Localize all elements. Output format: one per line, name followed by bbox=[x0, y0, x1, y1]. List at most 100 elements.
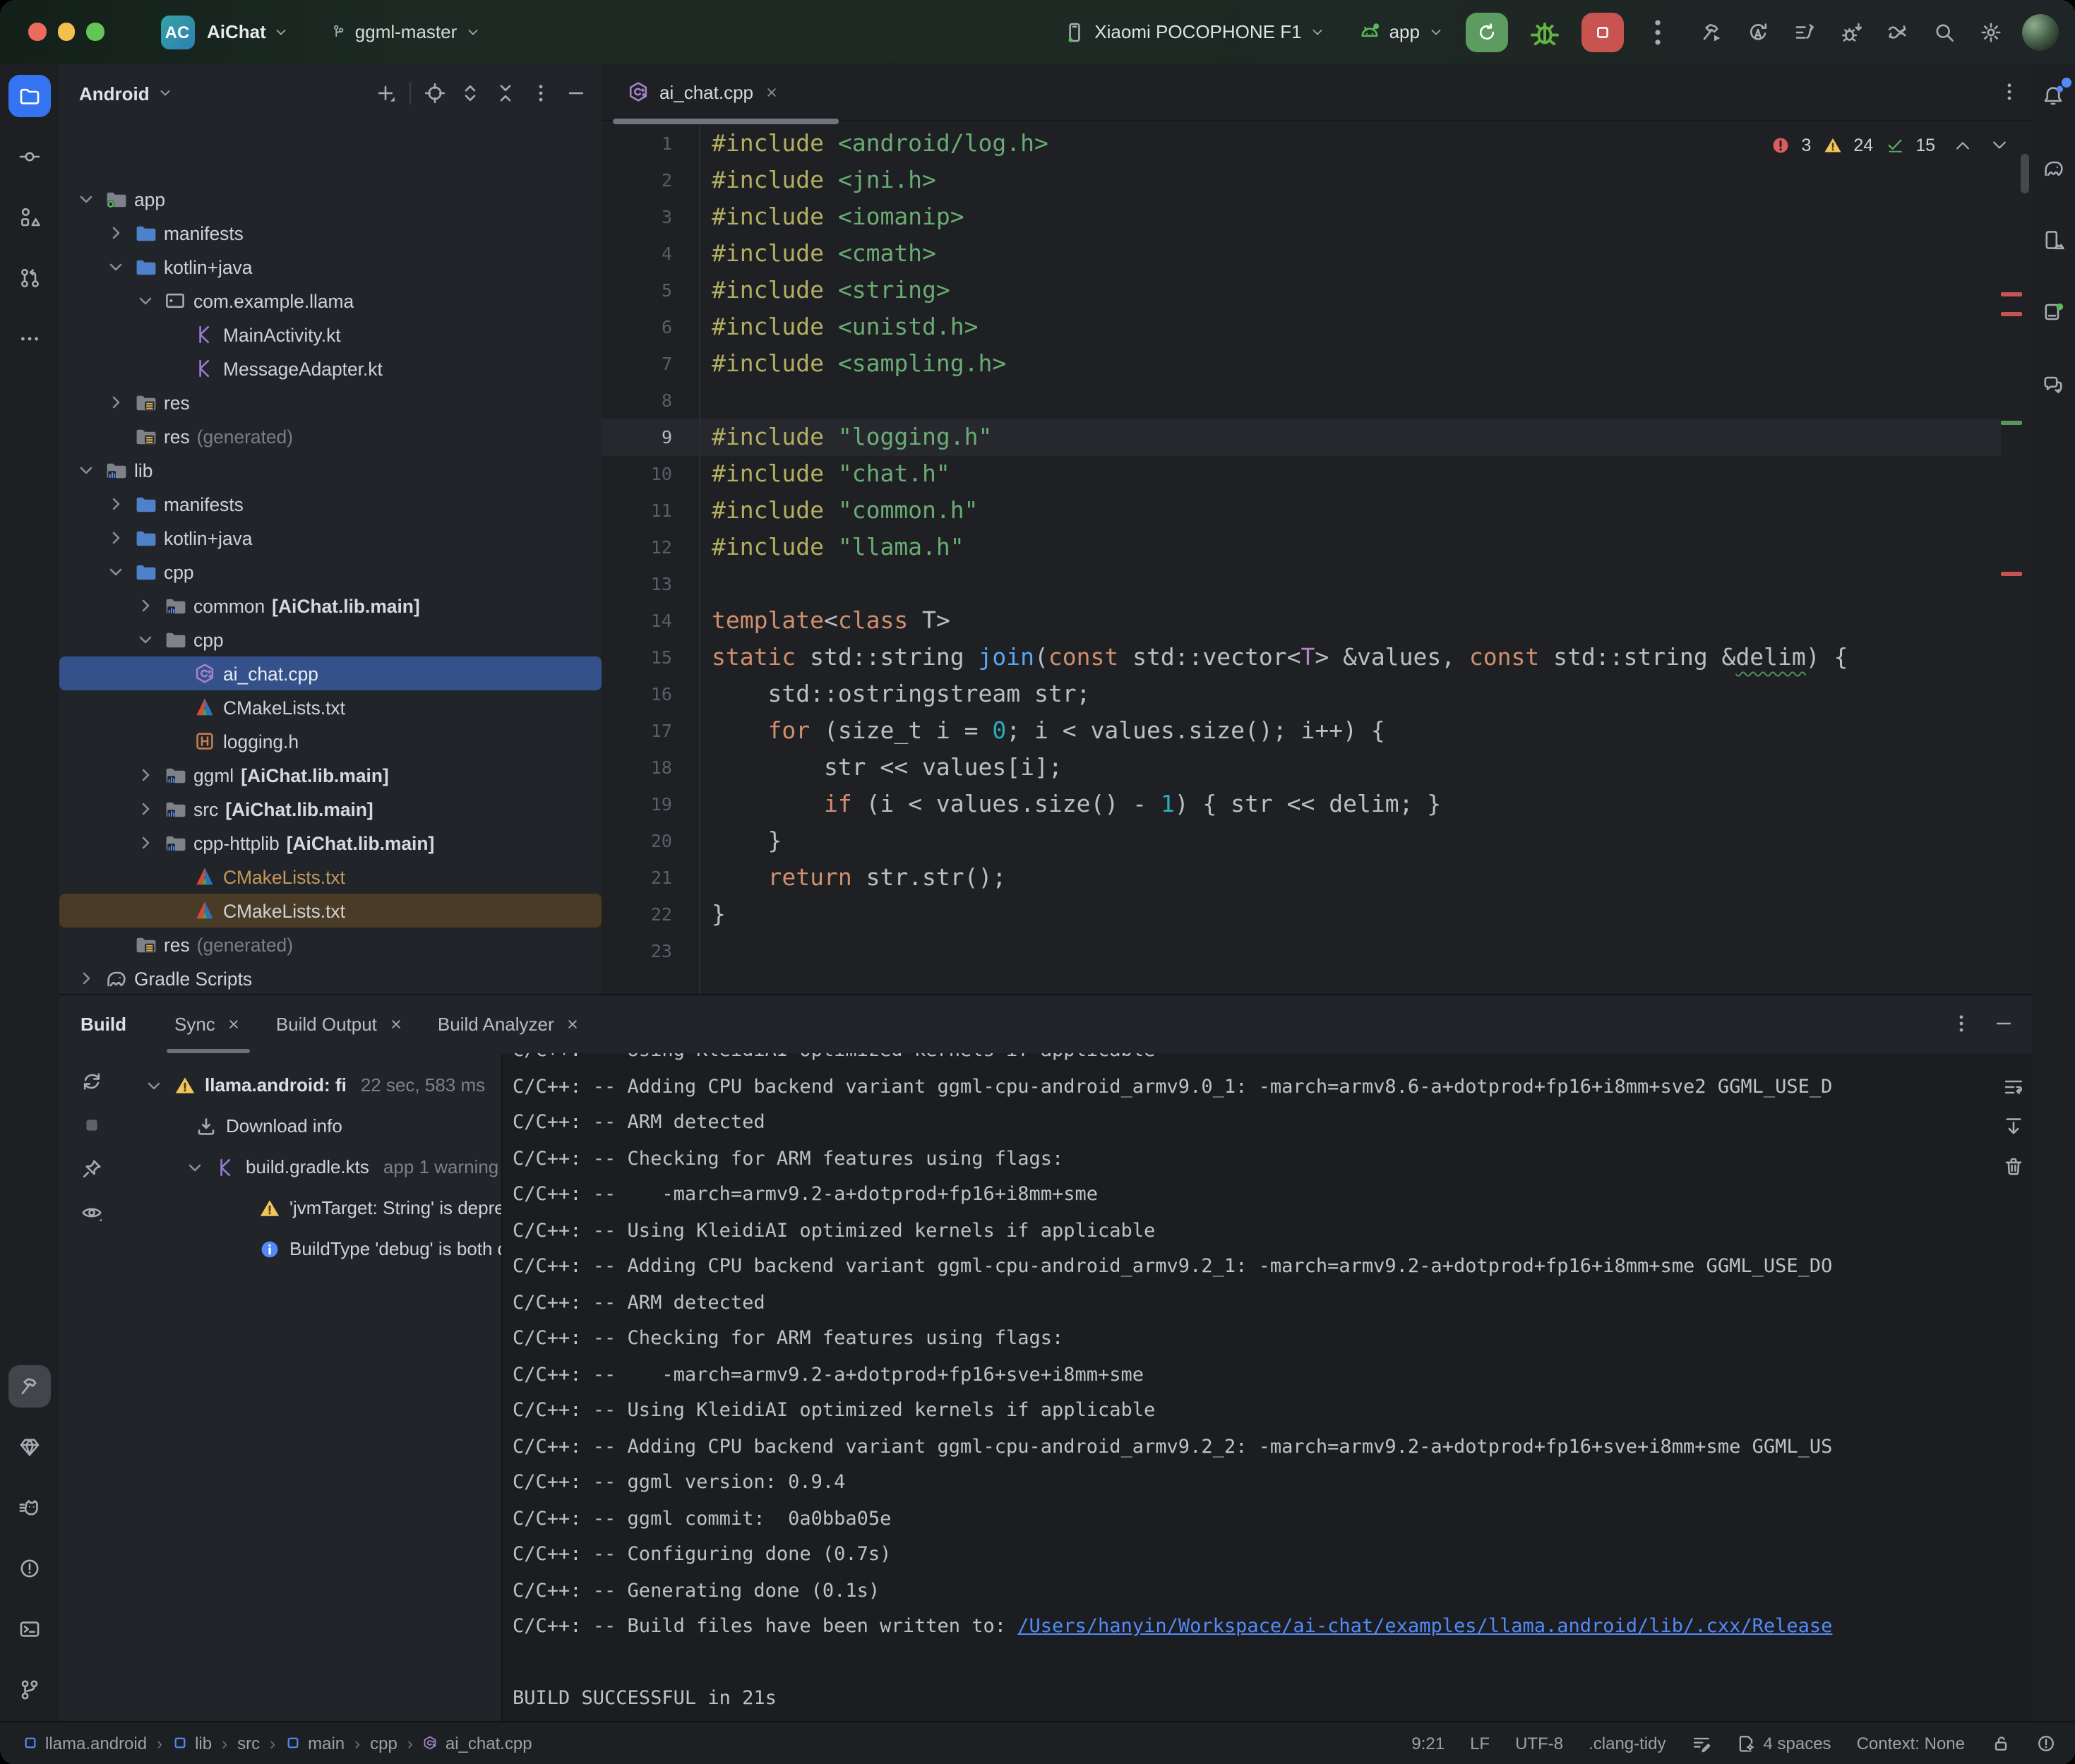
build-console[interactable]: C/C++: -- Using KleidiAI optimized kerne… bbox=[501, 1053, 2031, 1722]
editor-tabs-more-icon[interactable] bbox=[1997, 80, 2020, 103]
error-stripe-mark[interactable] bbox=[2000, 312, 2021, 316]
build-tree-row[interactable]: 'jvmTarget: String' is deprec bbox=[258, 1187, 501, 1228]
build-tree-row[interactable]: BuildType 'debug' is both de bbox=[258, 1228, 501, 1269]
line-number[interactable]: 3 bbox=[602, 199, 672, 236]
project-tree-row[interactable]: src[AiChat.lib.main] bbox=[59, 792, 602, 826]
build-tab-build-analyzer[interactable]: Build Analyzer bbox=[421, 995, 598, 1053]
breadcrumb-item[interactable]: main bbox=[285, 1733, 345, 1753]
panel-options-icon[interactable] bbox=[530, 82, 552, 104]
running-devices-tool-icon[interactable] bbox=[2032, 291, 2074, 333]
change-stripe-mark[interactable] bbox=[2000, 421, 2021, 424]
editor-tab[interactable]: ai_chat.cpp bbox=[613, 64, 793, 120]
project-tree-row[interactable]: com.example.llama bbox=[59, 284, 602, 318]
structure-tool-icon[interactable] bbox=[8, 196, 51, 239]
tree-chevron-right-icon[interactable] bbox=[75, 967, 97, 990]
line-number[interactable]: 11 bbox=[602, 493, 672, 529]
line-number[interactable]: 23 bbox=[602, 933, 672, 970]
search-everywhere-icon[interactable] bbox=[1932, 20, 1955, 43]
project-tree-row[interactable]: res(generated) bbox=[59, 419, 602, 453]
line-number[interactable]: 20 bbox=[602, 823, 672, 860]
tree-chevron-right-icon[interactable] bbox=[104, 391, 127, 414]
apply-changes-icon[interactable] bbox=[1746, 20, 1769, 43]
zoom-window-button[interactable] bbox=[86, 23, 104, 41]
project-tree-row[interactable]: cpp bbox=[59, 623, 602, 656]
line-number[interactable]: 9 bbox=[602, 419, 672, 456]
project-tree-row[interactable]: ai_chat.cpp bbox=[59, 656, 602, 690]
gradle-tool-icon[interactable] bbox=[2032, 147, 2074, 189]
previous-problem-icon[interactable] bbox=[1952, 136, 1972, 155]
caret-position[interactable]: 9:21 bbox=[1411, 1733, 1445, 1753]
project-tree-row[interactable]: Gradle Scripts bbox=[59, 961, 602, 994]
line-number[interactable]: 6 bbox=[602, 309, 672, 346]
build-icon[interactable] bbox=[1699, 20, 1722, 43]
run-configuration-selector[interactable]: app bbox=[1358, 20, 1442, 43]
tree-chevron-down-icon[interactable] bbox=[104, 256, 127, 278]
tree-chevron-right-icon[interactable] bbox=[134, 594, 157, 617]
tree-chevron-down-icon[interactable] bbox=[184, 1156, 206, 1178]
code-area[interactable]: 1234567891011121314151617181920212223 #i… bbox=[602, 126, 2031, 994]
breadcrumb-item[interactable]: cpp bbox=[370, 1733, 397, 1753]
app-insights-tool-icon[interactable] bbox=[8, 1425, 51, 1468]
add-icon[interactable] bbox=[374, 82, 397, 104]
line-number[interactable]: 18 bbox=[602, 750, 672, 786]
breadcrumb-item[interactable]: lib bbox=[172, 1733, 212, 1753]
project-tree-row[interactable]: app bbox=[59, 182, 602, 216]
error-stripe-mark[interactable] bbox=[2000, 292, 2021, 296]
project-selector[interactable]: AiChat bbox=[194, 21, 289, 42]
build-tree-row[interactable]: llama.android: fi22 sec, 583 ms bbox=[143, 1064, 485, 1105]
tree-chevron-right-icon[interactable] bbox=[104, 222, 127, 244]
pull-requests-tool-icon[interactable] bbox=[8, 257, 51, 299]
project-tree-row[interactable]: MessageAdapter.kt bbox=[59, 352, 602, 385]
encoding[interactable]: UTF-8 bbox=[1515, 1733, 1563, 1753]
tree-chevron-right-icon[interactable] bbox=[104, 493, 127, 515]
project-tree-row[interactable]: CMakeLists.txt bbox=[59, 860, 602, 894]
line-number[interactable]: 15 bbox=[602, 640, 672, 676]
error-stripe-mark[interactable] bbox=[2000, 572, 2021, 575]
line-number[interactable]: 16 bbox=[602, 676, 672, 713]
commit-tool-icon[interactable] bbox=[8, 136, 51, 178]
close-window-button[interactable] bbox=[28, 23, 46, 41]
logcat-tool-icon[interactable] bbox=[8, 1486, 51, 1528]
device-selector[interactable]: Xiaomi POCOPHONE F1 bbox=[1063, 20, 1324, 43]
scroll-to-end-icon[interactable] bbox=[2002, 1115, 2024, 1138]
clear-all-icon[interactable] bbox=[2002, 1155, 2024, 1177]
line-number[interactable]: 17 bbox=[602, 713, 672, 750]
hide-build-panel-icon[interactable] bbox=[1992, 1012, 2014, 1035]
tree-chevron-right-icon[interactable] bbox=[104, 527, 127, 549]
line-separator[interactable]: LF bbox=[1470, 1733, 1490, 1753]
settings-icon[interactable] bbox=[1979, 20, 2002, 43]
project-tree-row[interactable]: kotlin+java bbox=[59, 250, 602, 284]
attach-debugger-icon[interactable] bbox=[1839, 20, 1862, 43]
terminal-tool-icon[interactable] bbox=[8, 1607, 51, 1650]
project-tree-row[interactable]: res(generated) bbox=[59, 928, 602, 961]
device-streaming-icon[interactable] bbox=[1886, 20, 1908, 43]
build-panel-options-icon[interactable] bbox=[1949, 1012, 1972, 1035]
console-link[interactable]: /Users/hanyin/Workspace/ai-chat/examples… bbox=[1017, 1615, 1832, 1638]
device-manager-tool-icon[interactable] bbox=[2032, 219, 2074, 261]
expand-all-icon[interactable] bbox=[459, 82, 482, 104]
breadcrumb-item[interactable]: ai_chat.cpp bbox=[423, 1733, 532, 1753]
sync-refresh-icon[interactable] bbox=[80, 1070, 103, 1093]
line-number[interactable]: 10 bbox=[602, 456, 672, 493]
stop-button[interactable] bbox=[1581, 12, 1623, 52]
tree-chevron-down-icon[interactable] bbox=[75, 459, 97, 481]
breadcrumb-item[interactable]: llama.android bbox=[23, 1733, 147, 1753]
tree-chevron-down-icon[interactable] bbox=[134, 628, 157, 651]
breadcrumb-item[interactable]: src bbox=[237, 1733, 260, 1753]
project-tool-icon[interactable] bbox=[8, 75, 51, 117]
debug-button[interactable] bbox=[1524, 12, 1564, 52]
build-tree-row[interactable]: Download info bbox=[195, 1105, 342, 1146]
gemini-tool-icon[interactable] bbox=[2032, 363, 2074, 405]
stop-sync-icon[interactable] bbox=[80, 1114, 103, 1136]
project-tree-row[interactable]: cpp-httplib[AiChat.lib.main] bbox=[59, 826, 602, 860]
locate-file-icon[interactable] bbox=[424, 82, 446, 104]
clang-tidy[interactable]: .clang-tidy bbox=[1589, 1733, 1666, 1753]
tree-chevron-down-icon[interactable] bbox=[134, 289, 157, 312]
project-tree-row[interactable]: MainActivity.kt bbox=[59, 318, 602, 352]
write-access-icon[interactable] bbox=[1990, 1733, 2010, 1753]
project-tree-row[interactable]: res bbox=[59, 385, 602, 419]
project-tree-row[interactable]: logging.h bbox=[59, 724, 602, 758]
tree-chevron-down-icon[interactable] bbox=[143, 1074, 165, 1096]
line-number[interactable]: 4 bbox=[602, 236, 672, 272]
indent-config[interactable]: 4 spaces bbox=[1737, 1733, 1831, 1753]
